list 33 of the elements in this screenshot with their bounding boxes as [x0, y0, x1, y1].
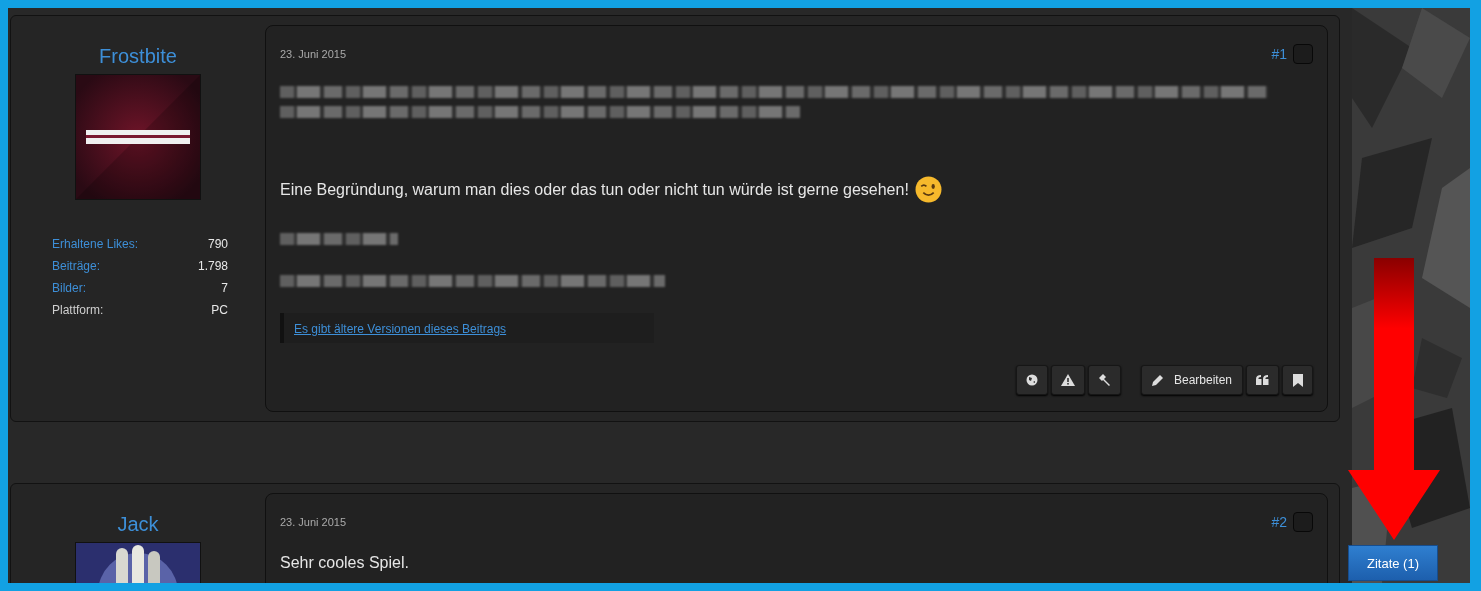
hammer-icon [1097, 373, 1111, 387]
wink-face-icon [914, 176, 942, 203]
post-number[interactable]: #2 [1271, 514, 1287, 530]
warning-button[interactable] [1050, 365, 1085, 395]
globe-button[interactable] [1015, 365, 1048, 395]
edit-button[interactable]: Bearbeiten [1140, 365, 1243, 395]
post-text: Eine Begründung, warum man dies oder das tun oder nicht tun würde ist gerne gesehen! [280, 180, 909, 199]
post-number[interactable]: #1 [1271, 46, 1287, 62]
pencil-icon [1151, 374, 1164, 386]
stat-label[interactable]: Bilder: [52, 280, 86, 296]
author-name[interactable]: Jack [117, 513, 159, 535]
post-date: 23. Juni 2015 [280, 516, 347, 528]
stat-value: PC [211, 302, 228, 318]
stat-value: 1.798 [197, 258, 228, 274]
hammer-button[interactable] [1087, 365, 1121, 395]
stat-label[interactable]: Beiträge: [52, 258, 101, 274]
warning-icon [1060, 374, 1075, 386]
author-name[interactable]: Frostbite [99, 45, 177, 67]
stat-label[interactable]: Erhaltene Likes: [52, 236, 139, 252]
history-link[interactable]: Es gibt ältere Versionen dieses Beitrags [294, 322, 507, 336]
stat-value: 790 [207, 236, 228, 252]
quotes-button[interactable]: Zitate (1) [1348, 545, 1438, 581]
post-date: 23. Juni 2015 [280, 48, 347, 60]
stat-label: Plattform: [52, 302, 104, 318]
quote-icon [1256, 375, 1269, 385]
bookmark-button[interactable] [1282, 365, 1313, 395]
globe-icon [1025, 374, 1038, 386]
stat-value: 7 [221, 280, 228, 296]
bookmark-icon [1292, 373, 1303, 387]
quote-button[interactable] [1246, 365, 1279, 395]
select-checkbox[interactable] [1293, 512, 1313, 532]
post-text: Sehr cooles Spiel. [280, 554, 410, 572]
select-checkbox[interactable] [1293, 44, 1313, 64]
